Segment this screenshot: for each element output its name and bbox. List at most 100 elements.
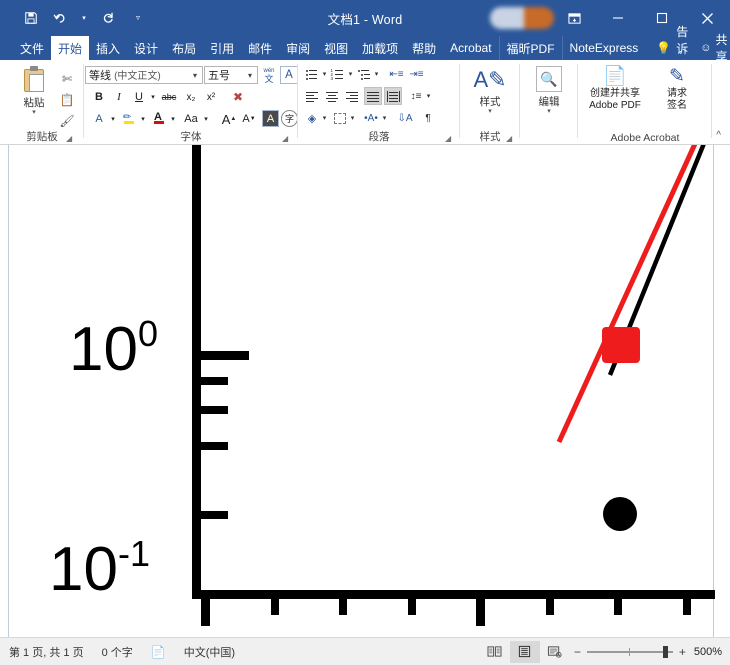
sort-button[interactable]: ⇩A (396, 110, 414, 126)
view-read-mode-icon[interactable] (480, 641, 510, 663)
tab-layout[interactable]: 布局 (165, 36, 203, 60)
styles-button[interactable]: A✎ 样式 ▾ (470, 68, 510, 115)
editing-dropdown-icon[interactable]: ▾ (529, 109, 569, 115)
bold-button[interactable]: B (90, 88, 108, 106)
shading-dropdown-icon[interactable]: ▾ (320, 110, 329, 126)
save-icon[interactable] (18, 5, 44, 31)
tab-noteexpress[interactable]: NoteExpress (562, 36, 646, 60)
font-color-dropdown-icon[interactable]: ▾ (168, 110, 178, 128)
minimize-icon[interactable] (596, 0, 640, 36)
clear-formatting-icon[interactable]: ✖ (228, 88, 248, 106)
character-border-icon[interactable]: A (280, 66, 298, 84)
tab-help[interactable]: 帮助 (405, 36, 443, 60)
increase-indent-button[interactable]: ⇥≡ (408, 66, 425, 82)
copy-icon[interactable]: 📋 (56, 89, 78, 110)
text-effects-button[interactable]: A (90, 110, 108, 128)
underline-dropdown-icon[interactable]: ▾ (148, 88, 158, 106)
text-highlight-button[interactable]: ✏ (120, 110, 138, 128)
tab-addins[interactable]: 加载项 (355, 36, 405, 60)
tab-mailings[interactable]: 邮件 (241, 36, 279, 60)
font-name-combobox[interactable]: 等线 (中文正文) ▾ (85, 66, 203, 84)
character-shading-icon[interactable]: A (262, 110, 279, 127)
zoom-slider-handle[interactable] (663, 646, 668, 658)
align-left-button[interactable] (304, 88, 320, 104)
align-right-button[interactable] (344, 88, 360, 104)
request-signature-button[interactable]: ✎ 请求 签名 (650, 66, 704, 112)
borders-dropdown-icon[interactable]: ▾ (348, 110, 357, 126)
undo-icon[interactable] (47, 5, 73, 31)
bullets-button[interactable] (304, 66, 320, 82)
customize-qat-icon[interactable]: ▿ (130, 5, 146, 31)
paragraph-mark-button[interactable]: ¶ (420, 110, 436, 126)
document-page[interactable]: 100 10-1 0 2 (8, 145, 714, 637)
numbering-dropdown-icon[interactable]: ▾ (346, 66, 355, 82)
styles-dialog-launcher[interactable]: ◢ (506, 134, 512, 143)
styles-dropdown-icon[interactable]: ▾ (470, 109, 510, 115)
tab-references[interactable]: 引用 (203, 36, 241, 60)
change-case-button[interactable]: Aa (180, 110, 202, 128)
grow-font-button[interactable]: A▲ (220, 110, 238, 128)
distributed-align-button[interactable] (384, 87, 402, 105)
tab-view[interactable]: 视图 (317, 36, 355, 60)
bullets-dropdown-icon[interactable]: ▾ (320, 66, 329, 82)
proofing-icon[interactable]: 📄 (142, 645, 175, 659)
strikethrough-button[interactable]: abc (158, 88, 180, 106)
undo-dropdown-icon[interactable]: ▾ (76, 5, 92, 31)
share-button[interactable]: ☺ 共享 (694, 36, 730, 60)
line-spacing-button[interactable]: ↕≡ (408, 88, 424, 104)
zoom-out-button[interactable]: − (574, 645, 581, 659)
font-dialog-launcher[interactable]: ◢ (282, 134, 288, 143)
ribbon-display-options-icon[interactable] (552, 0, 596, 36)
tab-insert[interactable]: 插入 (89, 36, 127, 60)
tab-file[interactable]: 文件 (13, 36, 51, 60)
font-size-chevron-down-icon[interactable]: ▾ (243, 71, 257, 80)
zoom-in-button[interactable]: + (679, 645, 686, 659)
zoom-slider[interactable] (587, 645, 673, 659)
redo-icon[interactable] (95, 5, 121, 31)
editing-button[interactable]: 🔍 编辑 ▾ (529, 66, 569, 115)
numbering-button[interactable]: 123 (330, 66, 346, 82)
font-size-combobox[interactable]: 五号 ▾ (204, 66, 258, 84)
superscript-button[interactable]: x² (201, 88, 221, 106)
show-formatting-marks-dropdown-icon[interactable]: ▾ (380, 110, 389, 126)
view-web-layout-icon[interactable] (540, 641, 570, 663)
text-highlight-dropdown-icon[interactable]: ▾ (138, 110, 148, 128)
change-case-dropdown-icon[interactable]: ▾ (201, 110, 211, 128)
status-page-count[interactable]: 第 1 页, 共 1 页 (0, 644, 93, 660)
tab-foxit-pdf[interactable]: 福昕PDF (499, 36, 562, 60)
font-name-chevron-down-icon[interactable]: ▾ (188, 71, 202, 80)
account-avatar[interactable] (490, 7, 554, 29)
shading-button[interactable]: ◈ (304, 110, 320, 126)
paragraph-dialog-launcher[interactable]: ◢ (445, 134, 451, 143)
tab-home[interactable]: 开始 (51, 36, 89, 60)
paste-dropdown-icon[interactable]: ▾ (14, 110, 54, 116)
multilevel-list-button[interactable] (356, 66, 372, 82)
italic-button[interactable]: I (110, 88, 128, 106)
create-share-pdf-button[interactable]: 📄 创建并共享 Adobe PDF (584, 66, 646, 112)
clipboard-dialog-launcher[interactable]: ◢ (66, 134, 72, 143)
decrease-indent-button[interactable]: ⇤≡ (388, 66, 405, 82)
phonetic-guide-icon[interactable]: wén文 (260, 66, 278, 84)
cut-icon[interactable]: ✄ (56, 68, 78, 89)
status-word-count[interactable]: 0 个字 (93, 644, 142, 660)
shrink-font-button[interactable]: A▼ (240, 110, 258, 128)
borders-button[interactable] (332, 110, 348, 126)
tab-design[interactable]: 设计 (127, 36, 165, 60)
text-effects-dropdown-icon[interactable]: ▾ (108, 110, 118, 128)
paste-button[interactable]: 粘贴 ▾ (14, 66, 54, 116)
justify-button[interactable] (364, 87, 382, 105)
subscript-button[interactable]: x₂ (181, 88, 201, 106)
document-area[interactable]: 100 10-1 0 2 (0, 145, 730, 637)
collapse-ribbon-icon[interactable]: ^ (716, 130, 721, 141)
status-language[interactable]: 中文(中国) (175, 644, 244, 660)
multilevel-list-dropdown-icon[interactable]: ▾ (372, 66, 381, 82)
line-spacing-dropdown-icon[interactable]: ▾ (424, 88, 433, 104)
zoom-level-label[interactable]: 500% (694, 646, 730, 658)
show-formatting-marks-button[interactable]: •A• (362, 110, 380, 126)
format-painter-icon[interactable]: 🖌 (56, 110, 78, 131)
align-center-button[interactable] (324, 88, 340, 104)
underline-button[interactable]: U (130, 88, 148, 106)
tab-acrobat[interactable]: Acrobat (443, 36, 498, 60)
tab-review[interactable]: 审阅 (279, 36, 317, 60)
view-print-layout-icon[interactable] (510, 641, 540, 663)
